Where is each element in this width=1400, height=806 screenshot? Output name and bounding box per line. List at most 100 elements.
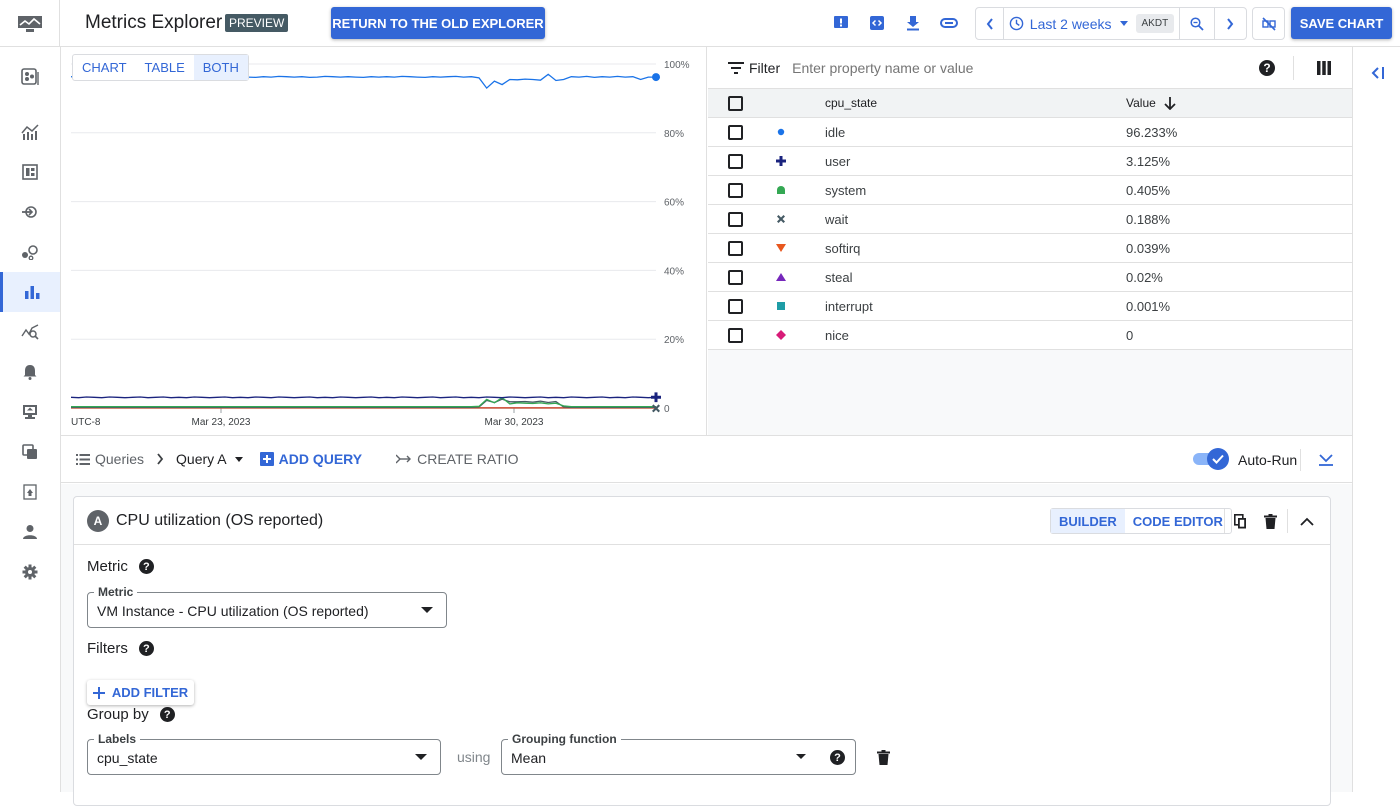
row-checkbox[interactable] <box>728 182 743 198</box>
duplicate-icon[interactable] <box>1234 514 1247 529</box>
metric-select[interactable]: Metric VM Instance - CPU utilization (OS… <box>87 585 447 628</box>
download-icon[interactable] <box>904 14 922 32</box>
cpu-state-cell: wait <box>825 211 849 227</box>
grouping-function-label: Grouping function <box>508 732 621 746</box>
sidebar-item-services[interactable] <box>0 232 60 272</box>
timezone-badge[interactable]: AKDT <box>1135 14 1175 33</box>
add-query-button[interactable]: ADD QUERY <box>259 451 362 467</box>
top-bar: Metrics Explorer PREVIEW RETURN TO THE O… <box>0 0 1400 47</box>
bell-icon <box>23 365 37 380</box>
view-both-tab[interactable]: BOTH <box>193 55 248 80</box>
sidebar-item-settings[interactable] <box>0 552 60 592</box>
series-line-user[interactable] <box>70 396 657 399</box>
diamond-marker-icon <box>775 330 787 340</box>
column-header-value[interactable]: Value <box>1126 96 1176 110</box>
sync-off-button[interactable] <box>1252 7 1285 40</box>
table-header: cpu_state Value <box>708 89 1352 118</box>
query-selector[interactable]: Query A <box>176 451 227 467</box>
sidebar-item-logs-metrics[interactable] <box>0 312 60 352</box>
view-table-tab[interactable]: TABLE <box>136 55 194 80</box>
auto-run-toggle[interactable] <box>1193 448 1229 470</box>
row-checkbox[interactable] <box>728 211 743 227</box>
zoom-out-button[interactable] <box>1180 8 1215 39</box>
help-icon[interactable]: ? <box>138 559 154 574</box>
plus-marker-icon <box>775 156 787 166</box>
code-icon[interactable] <box>868 14 886 32</box>
divider <box>1300 449 1301 471</box>
time-range-dropdown[interactable]: Last 2 weeks AKDT <box>1004 8 1180 39</box>
sidebar-item-groups[interactable] <box>0 432 60 472</box>
create-ratio-button[interactable]: CREATE RATIO <box>396 451 519 467</box>
synthetic-icon <box>23 484 37 500</box>
chevron-right-icon <box>1226 17 1233 30</box>
help-icon[interactable]: ? <box>1259 60 1275 76</box>
person-icon <box>23 525 37 539</box>
sidebar-item-synthetic-monitoring[interactable] <box>0 472 60 512</box>
sidebar-item-metrics-explorer[interactable] <box>0 272 60 312</box>
expand-panel-icon[interactable] <box>1371 66 1385 80</box>
caret-down-icon <box>1119 21 1128 26</box>
row-checkbox[interactable] <box>728 269 743 285</box>
add-filter-button[interactable]: ADD FILTER <box>87 680 194 705</box>
help-icon[interactable]: ? <box>138 641 154 656</box>
metric-section-title: Metric <box>87 558 128 575</box>
divider <box>1287 509 1288 533</box>
filter-icon <box>728 61 744 74</box>
next-range-button[interactable] <box>1215 8 1244 39</box>
table-row[interactable]: system 0.405% <box>708 176 1352 205</box>
delete-groupby-icon[interactable] <box>877 750 890 765</box>
groupby-section: Group by ? <box>87 706 175 723</box>
table-row[interactable]: user 3.125% <box>708 147 1352 176</box>
sidebar-item-metrics-scope[interactable] <box>0 112 60 152</box>
row-checkbox[interactable] <box>728 124 743 140</box>
sidebar-item-dashboards[interactable] <box>0 152 60 192</box>
series-end-marker-user <box>651 392 661 403</box>
table-row[interactable]: wait 0.188% <box>708 205 1352 234</box>
row-checkbox[interactable] <box>728 240 743 256</box>
view-chart-tab[interactable]: CHART <box>73 55 136 80</box>
select-all-checkbox[interactable] <box>728 95 743 111</box>
sidebar-item-uptime-checks[interactable] <box>0 392 60 432</box>
integrations-icon <box>22 206 37 218</box>
builder-tab[interactable]: BUILDER <box>1051 509 1125 533</box>
grouping-function-select[interactable]: Grouping function Mean ? <box>501 732 856 775</box>
series-line-system[interactable] <box>71 396 656 408</box>
queries-breadcrumb[interactable]: Queries <box>95 451 144 467</box>
groups-icon <box>22 444 37 459</box>
collapse-editor-icon[interactable] <box>1319 454 1333 466</box>
previous-range-button[interactable] <box>976 8 1004 39</box>
sidebar-item-accounts[interactable] <box>0 512 60 552</box>
table-row[interactable]: interrupt 0.001% <box>708 292 1352 321</box>
monitoring-logo-icon[interactable] <box>0 0 60 47</box>
triangle-down-marker-icon <box>775 243 787 253</box>
time-range-label: Last 2 weeks <box>1029 15 1112 32</box>
code-editor-tab[interactable]: CODE EDITOR <box>1125 509 1231 533</box>
query-bar: Queries Query A ADD QUERY CREATE RATIO A… <box>61 435 1352 483</box>
column-picker-icon[interactable] <box>1317 61 1331 75</box>
row-checkbox[interactable] <box>728 298 743 314</box>
table-filter-input[interactable] <box>792 59 1233 76</box>
column-header-cpu-state[interactable]: cpu_state <box>825 96 877 110</box>
save-chart-button[interactable]: SAVE CHART <box>1291 7 1392 39</box>
legend-table: Filter ? cpu_state Value idle 96.233% user… <box>708 47 1352 435</box>
feedback-icon[interactable] <box>832 14 850 32</box>
line-chart[interactable]: 0 20% 40% 60% 80% 100% UTC-8 Mar 23, 2023 Mar 3… <box>61 47 707 435</box>
metric-value: VM Instance - CPU utilization (OS report… <box>97 603 369 619</box>
return-to-old-explorer-button[interactable]: RETURN TO THE OLD EXPLORER <box>331 7 545 39</box>
table-row[interactable]: nice 0 <box>708 321 1352 350</box>
chevron-up-icon[interactable] <box>1300 517 1314 526</box>
sidebar <box>0 47 61 792</box>
sidebar-item-integrations[interactable] <box>0 192 60 232</box>
labels-select[interactable]: Labels cpu_state <box>87 732 441 775</box>
table-row[interactable]: softirq 0.039% <box>708 234 1352 263</box>
link-icon[interactable] <box>940 14 958 32</box>
delete-icon[interactable] <box>1264 514 1277 529</box>
sidebar-item-alerting[interactable] <box>0 352 60 392</box>
row-checkbox[interactable] <box>728 327 743 343</box>
table-row[interactable]: steal 0.02% <box>708 263 1352 292</box>
row-checkbox[interactable] <box>728 153 743 169</box>
help-icon[interactable]: ? <box>830 750 845 765</box>
table-row[interactable]: idle 96.233% <box>708 118 1352 147</box>
sidebar-item-overview[interactable] <box>0 57 60 97</box>
help-icon[interactable]: ? <box>159 707 175 722</box>
